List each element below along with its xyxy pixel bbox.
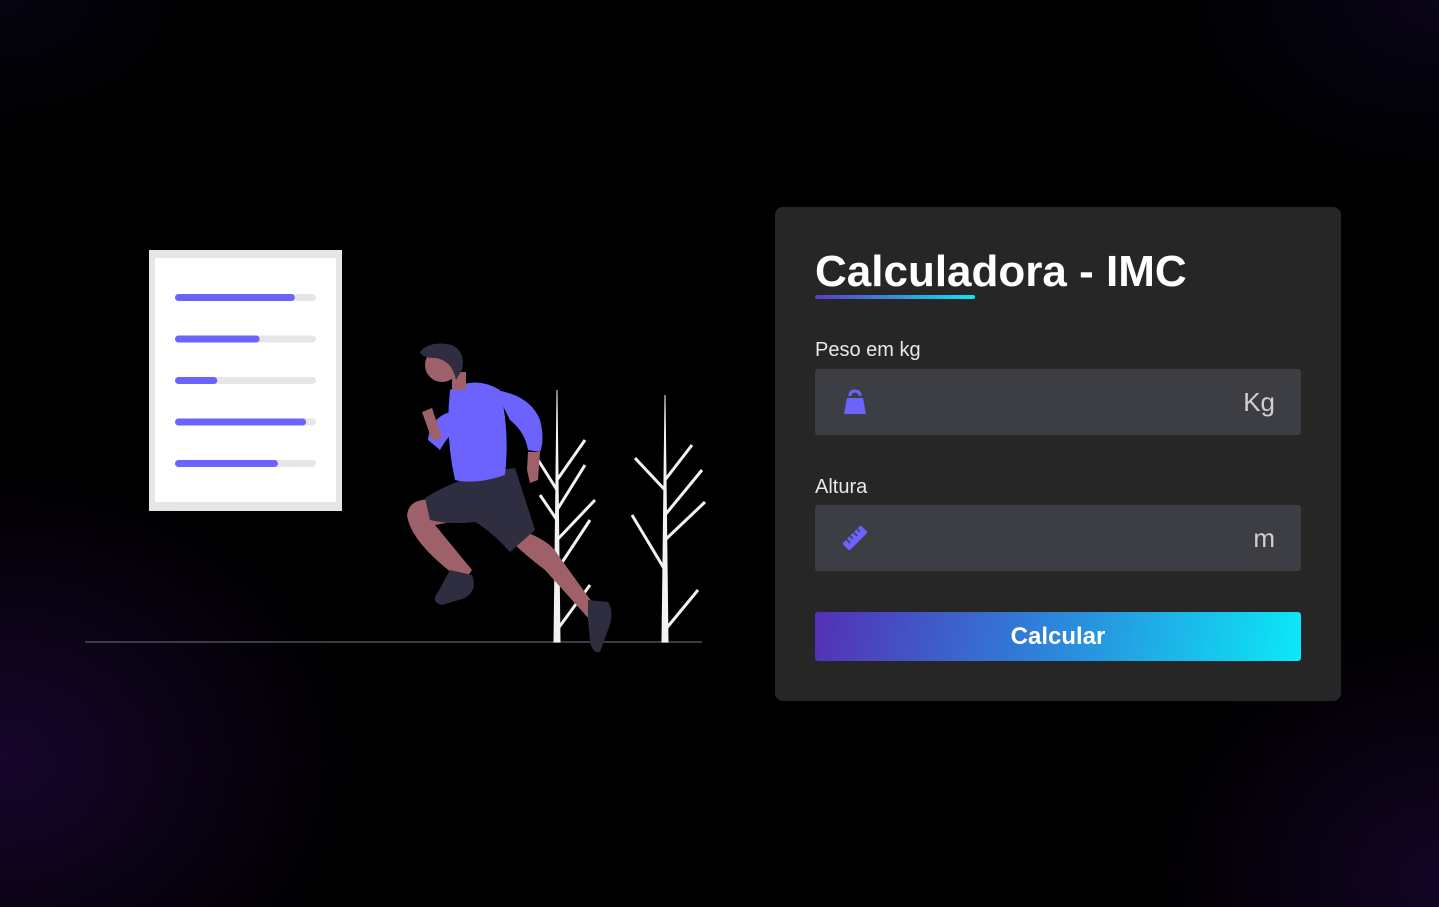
checklist-fill [175,335,260,343]
weight-label: Peso em kg [815,339,921,361]
running-person-illustration [80,240,710,660]
weight-field[interactable]: Kg [815,368,1301,436]
height-field[interactable]: m [815,504,1301,572]
runner-figure [407,343,612,653]
plant-right [630,394,707,643]
checklist-board [149,250,342,511]
bmi-calculator-card: Calculadora - IMC Peso em kg Kg Altura m… [775,207,1341,701]
calculate-button[interactable]: Calcular [815,612,1301,661]
checklist-fill [175,377,218,384]
checklist-fill [175,418,307,426]
checklist-fill [175,294,295,301]
height-input[interactable] [881,504,1242,572]
title-underline [815,295,975,299]
ruler-icon [841,524,869,552]
weight-input[interactable] [881,368,1232,436]
checklist-fill [175,460,278,467]
height-unit: m [1253,522,1275,553]
weight-unit: Kg [1243,386,1275,417]
weight-icon [841,388,869,416]
height-label: Altura [815,476,868,498]
page-title: Calculadora - IMC [815,247,1187,296]
